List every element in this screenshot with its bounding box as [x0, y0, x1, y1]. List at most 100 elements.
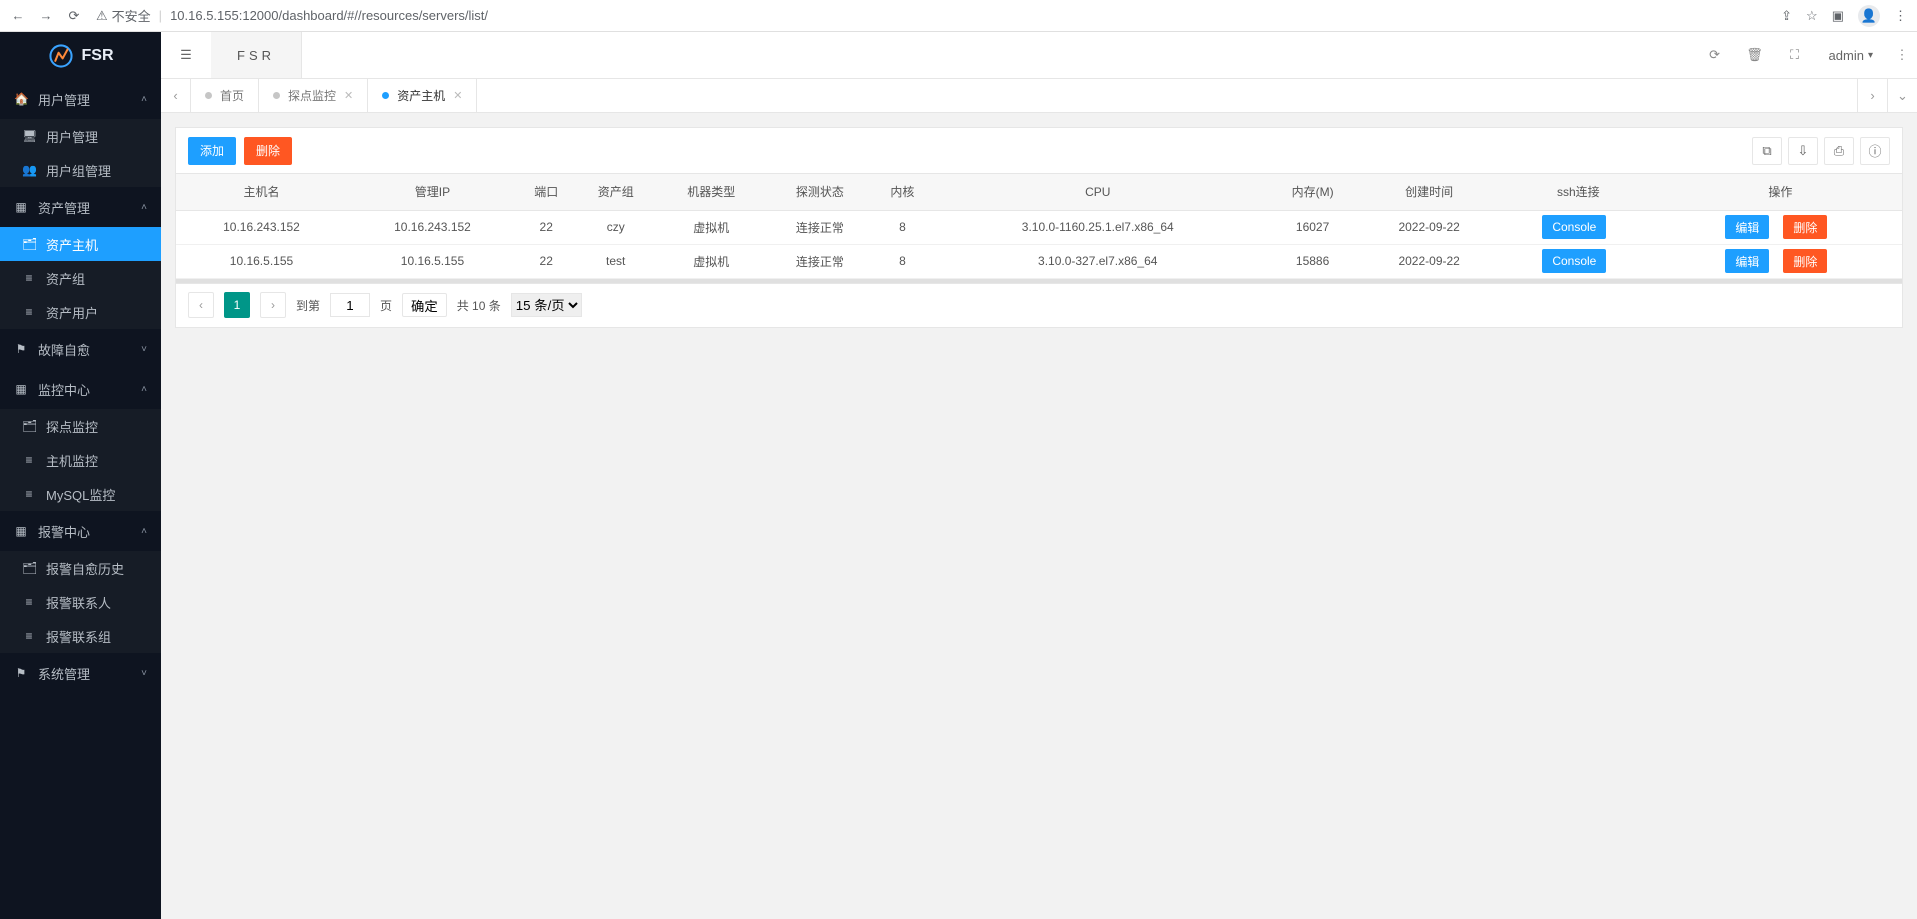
tab[interactable]: 首页 — [191, 79, 259, 112]
cell: 10.16.5.155 — [347, 244, 518, 278]
console-button[interactable]: Console — [1542, 249, 1606, 273]
page-number-current[interactable]: 1 — [224, 292, 250, 318]
tab-close-icon[interactable]: ✕ — [344, 89, 353, 102]
fullscreen-icon[interactable]: ⛶ — [1775, 47, 1815, 63]
sidebar-group[interactable]: ▦监控中心˄ — [0, 369, 161, 409]
item-icon: ≡ — [22, 271, 36, 285]
sidebar-group[interactable]: ▦报警中心˄ — [0, 511, 161, 551]
more-icon[interactable]: ⋮ — [1894, 8, 1907, 24]
row-delete-button[interactable]: 删除 — [1783, 215, 1827, 239]
item-icon: ≡ — [22, 595, 36, 609]
goto-label: 到第 — [296, 297, 320, 314]
tab-close-icon[interactable]: ✕ — [453, 89, 462, 102]
cell: 3.10.0-1160.25.1.el7.x86_64 — [931, 210, 1265, 244]
bookmark-icon[interactable]: ☆ — [1806, 8, 1818, 24]
sidebar-item[interactable]: 🗂探点监控 — [0, 409, 161, 443]
page-next-button[interactable]: › — [260, 292, 286, 318]
row-delete-button[interactable]: 删除 — [1783, 249, 1827, 273]
panel-icon[interactable]: ▣ — [1832, 8, 1844, 24]
sidebar-item-label: 报警联系人 — [46, 593, 111, 612]
app-tabs: ‹ 首页探点监控✕ 资产主机 ✕ › ⌄ — [161, 79, 1917, 113]
tabs-scroll-left[interactable]: ‹ — [161, 79, 191, 112]
tab-label: 首页 — [220, 87, 244, 104]
add-button[interactable]: 添加 — [188, 137, 236, 165]
console-button[interactable]: Console — [1542, 215, 1606, 239]
cell: czy — [574, 210, 657, 244]
topbar-more-icon[interactable]: ⋮ — [1887, 47, 1917, 63]
tab-label: 资产主机 — [397, 87, 445, 104]
sidebar-item-label: 报警联系组 — [46, 627, 111, 646]
sidebar-item[interactable]: 🗂报警自愈历史 — [0, 551, 161, 585]
sidebar: FSR 🏠用户管理˄🖥用户管理👥用户组管理▦资产管理˄🗂资产主机 ≡ 资产组 ≡ 资产用… — [0, 32, 161, 919]
tab[interactable]: 资产主机 ✕ — [368, 79, 477, 112]
sidebar-item[interactable]: 🖥用户管理 — [0, 119, 161, 153]
nav-reload-icon[interactable]: ⟳ — [66, 8, 82, 24]
export-icon[interactable]: ⇩ — [1788, 137, 1818, 165]
goto-confirm-button[interactable]: 确定 — [402, 293, 447, 317]
cell: 16027 — [1265, 210, 1361, 244]
edit-button[interactable]: 编辑 — [1725, 215, 1769, 239]
cell: 8 — [874, 210, 930, 244]
chevron-icon: ˄ — [141, 526, 147, 537]
sidebar-group[interactable]: ⚑系统管理˅ — [0, 653, 161, 693]
page-prev-button[interactable]: ‹ — [188, 292, 214, 318]
share-icon[interactable]: ⇪ — [1781, 8, 1792, 24]
column-header: CPU — [931, 174, 1265, 210]
info-icon[interactable]: ⓘ — [1860, 137, 1890, 165]
sidebar-item[interactable]: 👥用户组管理 — [0, 153, 161, 187]
servers-table: 主机名管理IP端口资产组机器类型探测状态内核CPU内存(M)创建时间ssh连接操… — [176, 174, 1902, 279]
column-header: 端口 — [518, 174, 574, 210]
chevron-icon: ˅ — [141, 668, 147, 679]
sidebar-group[interactable]: 🏠用户管理˄ — [0, 79, 161, 119]
edit-button[interactable]: 编辑 — [1725, 249, 1769, 273]
tabs-dropdown[interactable]: ⌄ — [1887, 79, 1917, 112]
sidebar-item[interactable]: ≡报警联系组 — [0, 619, 161, 653]
group-icon: ⚑ — [14, 342, 28, 356]
cell: 10.16.5.155 — [176, 244, 347, 278]
sidebar-item[interactable]: ≡ 报警联系人 — [0, 585, 161, 619]
refresh-icon[interactable]: ⟳ — [1695, 47, 1735, 63]
logo-icon — [48, 43, 74, 69]
collapse-sidebar-button[interactable]: ☰ — [161, 47, 211, 63]
page-input[interactable] — [330, 293, 370, 317]
print-icon[interactable]: ⎙ — [1824, 137, 1854, 165]
sidebar-item[interactable]: ≡主机监控 — [0, 443, 161, 477]
profile-avatar[interactable]: 👤 — [1858, 5, 1880, 27]
sidebar-item-label: 资产用户 — [46, 303, 98, 322]
delete-button[interactable]: 删除 — [244, 137, 292, 165]
sidebar-item-label: 用户组管理 — [46, 161, 111, 180]
sidebar-item-label: 主机监控 — [46, 451, 98, 470]
item-icon: 🗂 — [22, 561, 36, 575]
column-header: ssh连接 — [1498, 174, 1659, 210]
app-tab[interactable]: FSR — [211, 32, 302, 78]
total-label: 共 10 条 — [457, 297, 501, 314]
sidebar-item-label: 用户管理 — [46, 127, 98, 146]
table-row[interactable]: 10.16.5.15510.16.5.15522test虚拟机连接正常83.10… — [176, 244, 1902, 278]
trash-icon[interactable]: 🗑 — [1735, 47, 1775, 63]
column-header: 探测状态 — [766, 174, 875, 210]
sidebar-group[interactable]: ▦资产管理˄ — [0, 187, 161, 227]
sidebar-group[interactable]: ⚑故障自愈˅ — [0, 329, 161, 369]
cell: 15886 — [1265, 244, 1361, 278]
group-label: 故障自愈 — [38, 340, 90, 359]
columns-icon[interactable]: ⧉ — [1752, 137, 1782, 165]
toolbar: 添加 删除 ⧉ ⇩ ⎙ ⓘ — [176, 128, 1902, 174]
nav-forward-icon[interactable]: → — [38, 8, 54, 23]
page-size-select[interactable]: 15 条/页 — [511, 293, 582, 317]
tabs-scroll-right[interactable]: › — [1857, 79, 1887, 112]
insecure-badge: ⚠ 不安全 — [96, 6, 151, 25]
column-header: 创建时间 — [1360, 174, 1498, 210]
sidebar-item[interactable]: ≡MySQL监控 — [0, 477, 161, 511]
page-unit: 页 — [380, 297, 392, 314]
user-menu[interactable]: admin ▾ — [1815, 48, 1887, 63]
sidebar-item-label: 资产组 — [46, 269, 85, 288]
tab[interactable]: 探点监控✕ — [259, 79, 368, 112]
sidebar-item[interactable]: ≡ 资产组 — [0, 261, 161, 295]
nav-back-icon[interactable]: ← — [10, 8, 26, 23]
address-bar[interactable]: ⚠ 不安全 | 10.16.5.155:12000/dashboard/#//r… — [96, 6, 1767, 25]
sidebar-item[interactable]: 🗂资产主机 — [0, 227, 161, 261]
item-icon: ≡ — [22, 305, 36, 319]
sidebar-item[interactable]: ≡ 资产用户 — [0, 295, 161, 329]
table-row[interactable]: 10.16.243.15210.16.243.15222czy虚拟机连接正常83… — [176, 210, 1902, 244]
brand-logo[interactable]: FSR — [0, 32, 161, 79]
